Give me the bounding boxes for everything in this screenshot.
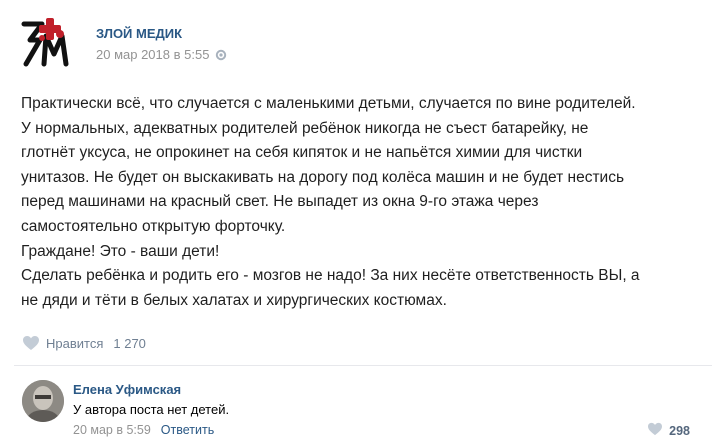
like-count: 1 270 (113, 335, 146, 351)
gear-icon[interactable] (215, 49, 227, 61)
comment-text: У автора поста нет детей. (73, 402, 230, 417)
post-line: перед машинами на красный свет. Не выпад… (21, 193, 539, 211)
comment-meta: 20 мар в 5:59 Ответить (73, 423, 214, 437)
post-header: ЗЛОЙ МЕДИК 20 мар 2018 в 5:55 (20, 14, 700, 70)
post-line: самостоятельно открытую форточку. (21, 217, 286, 235)
post-date-row: 20 мар 2018 в 5:55 (96, 47, 227, 62)
post-body: Практически всё, что случается с маленьк… (21, 92, 701, 313)
post-date[interactable]: 20 мар 2018 в 5:55 (96, 47, 209, 62)
like-label: Нравится (46, 335, 104, 351)
comment-like-count: 298 (669, 423, 690, 438)
reply-button[interactable]: Ответить (161, 423, 214, 437)
post-line: Сделать ребёнка и родить его - мозгов не… (21, 267, 640, 285)
post-like-button[interactable]: Нравится 1 270 (22, 335, 146, 351)
post-line: не дяди и тёти в белых халатах и хирурги… (21, 291, 447, 309)
post-author[interactable]: ЗЛОЙ МЕДИК (96, 26, 182, 41)
post-line: глотнёт уксуса, не опрокинет на себя кип… (21, 144, 583, 162)
divider (14, 365, 712, 366)
heart-icon (22, 335, 40, 351)
community-logo[interactable] (20, 14, 74, 70)
comment-date[interactable]: 20 мар в 5:59 (73, 423, 151, 437)
post-line: У нормальных, адекватных родителей ребён… (21, 119, 589, 137)
post-line: Практически всё, что случается с маленьк… (21, 95, 636, 112)
post-line: унитазов. Не будет он выскакивать на дор… (21, 168, 625, 186)
comment-author[interactable]: Елена Уфимская (73, 382, 181, 397)
commenter-avatar[interactable] (22, 380, 64, 422)
heart-icon (647, 422, 663, 439)
post-line: Граждане! Это - ваши дети! (21, 242, 220, 260)
comment-item: Елена Уфимская У автора поста нет детей.… (22, 380, 702, 440)
comment-like-button[interactable]: 298 (647, 422, 690, 439)
